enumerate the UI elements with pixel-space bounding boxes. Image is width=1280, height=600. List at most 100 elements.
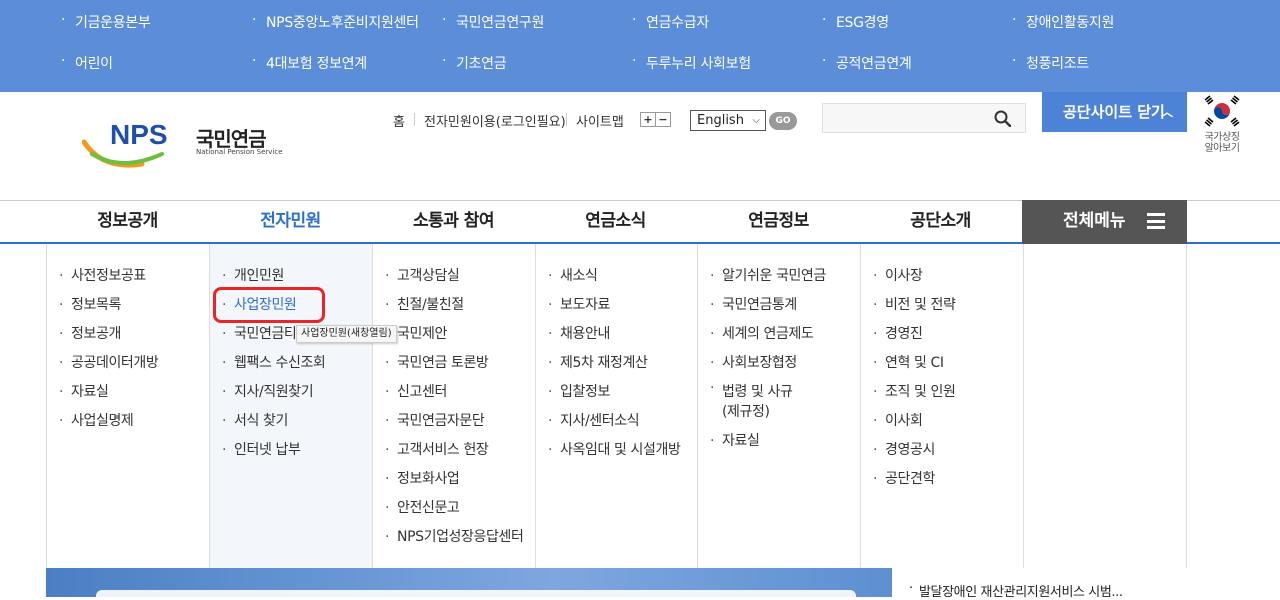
related-link-retirement-center[interactable]: NPS중앙노후준비지원센터 [252,12,419,32]
submenu-item[interactable]: NPS기업성장응답센터 [383,523,524,552]
logo-english: National Pension Service [196,148,283,156]
submenu-item[interactable]: 사업실명제 [57,407,158,436]
logo-mark-text: NPS [110,120,168,150]
submenu-item[interactable]: 지사/센터소식 [546,407,680,436]
related-link-basic-pension[interactable]: 기초연금 [442,53,507,73]
gnb-item-about[interactable]: 공단소개 [859,201,1022,243]
submenu-item[interactable]: 인터넷 납부 [220,436,325,465]
submenu-item[interactable]: 새소식 [546,262,680,291]
close-related-label: 공단사이트 닫기 [1063,103,1165,121]
submenu-item[interactable]: 입찰정보 [546,378,680,407]
related-link-research[interactable]: 국민연금연구원 [442,12,544,32]
nps-logo-mark: NPS [81,119,168,168]
main-navigation: 정보공개 전자민원 소통과 참여 연금소식 연금정보 공단소개 전체메뉴 [0,200,1280,244]
related-link-durunuri[interactable]: 두루누리 사회보험 [632,53,751,73]
submenu-item[interactable]: 고객상담실 [383,262,523,291]
submenu-item[interactable]: 알기쉬운 국민연금 [708,262,826,291]
submenu-col-communication: 고객상담실 친절/불친절 국민제안 국민연금 토론방 신고센터 국민연금자문단 … [373,244,536,568]
submenu-item[interactable]: 정보공개 [57,320,158,349]
submenu-item[interactable]: 정보화사업 [383,465,523,494]
related-link-public-pension[interactable]: 공적연금연계 [822,53,912,73]
submenu-col-info-disclosure: 사전정보공표 정보목록 정보공개 공공데이터개방 자료실 사업실명제 [47,244,210,568]
submenu-item[interactable]: 신고센터 [383,378,523,407]
submenu-item[interactable]: 공공데이터개방 [57,349,159,378]
submenu-item[interactable]: 국민제안 [383,320,523,349]
submenu-item[interactable]: 이사장 [871,262,956,291]
nps-logo[interactable]: NPS 국민연금 National Pension Service [81,119,283,172]
submenu-item[interactable]: 지사/직원찾기 [220,378,325,407]
search-input[interactable] [822,103,1026,133]
util-home-link[interactable]: 홈 [393,111,405,130]
submenu-item[interactable]: 자료실 [708,427,826,456]
submenu-item[interactable]: 조직 및 인원 [871,378,956,407]
util-e-service-link[interactable]: 전자민원이용(로그인필요) [424,111,566,130]
related-link-4insurance[interactable]: 4대보험 정보연계 [252,53,367,73]
submenu-item[interactable]: 비전 및 전략 [871,291,956,320]
notice-area: 발달장애인 재산관리지원서비스 시범... [903,568,1187,600]
zoom-out-button[interactable]: − [655,113,670,126]
language-select[interactable]: English ⌵ [690,110,766,131]
tooltip: 사업장민원(새창열림) [296,325,397,343]
banner-search-area [96,590,856,597]
util-sitemap-link[interactable]: 사이트맵 [576,111,624,130]
submenu-item[interactable]: 공단견학 [871,465,956,494]
submenu-item[interactable]: 국민연금자문단 [383,407,523,436]
submenu-item[interactable]: 고객서비스 헌장 [383,436,523,465]
gnb-item-info-disclosure[interactable]: 정보공개 [46,201,209,243]
all-menu-button[interactable]: 전체메뉴 [1022,200,1187,244]
util-divider [566,113,567,126]
national-symbol-line2: 알아보기 [1204,143,1240,154]
gnb-item-pension-news[interactable]: 연금소식 [534,201,697,243]
submenu-item[interactable]: 웹팩스 수신조회 [220,349,326,378]
submenu-item[interactable]: 서식 찾기 [220,407,325,436]
zoom-control: + − [640,112,671,127]
submenu-item[interactable]: 연혁 및 CI [871,349,956,378]
submenu-col-pension-info: 알기쉬운 국민연금 국민연금통계 세계의 연금제도 사회보장협정 법령 및 사규… [698,244,861,568]
chevron-up-icon: ︿ [1160,105,1173,119]
related-link-kids[interactable]: 어린이 [61,53,113,73]
gnb-item-e-service[interactable]: 전자민원 [209,201,372,243]
gnb-item-pension-info[interactable]: 연금정보 [697,201,860,243]
related-link-esg[interactable]: ESG경영 [822,12,889,32]
related-sites-panel: 기금운용본부 NPS중앙노후준비지원센터 국민연금연구원 연금수급자 ESG경영… [0,0,1280,92]
zoom-in-button[interactable]: + [641,113,655,126]
submenu-item[interactable]: 사전정보공표 [57,262,158,291]
submenu-item[interactable]: 법령 및 사규(제규정) [708,378,798,427]
related-link-resort[interactable]: 청풍리조트 [1012,53,1089,73]
submenu-item[interactable]: 제5차 재정계산 [546,349,680,378]
national-symbol-line1: 국가상징 [1204,132,1240,143]
related-link-fund[interactable]: 기금운용본부 [61,12,151,32]
korean-flag-icon [1201,94,1243,128]
related-link-disability-support[interactable]: 장애인활동지원 [1012,12,1114,32]
notice-item[interactable]: 발달장애인 재산관리지원서비스 시범... [909,581,1123,600]
all-menu-label: 전체메뉴 [1063,211,1126,231]
close-related-sites-button[interactable]: 공단사이트 닫기 ︿ [1042,92,1187,132]
submenu-item[interactable]: 사회보장협정 [708,349,826,378]
main-banner[interactable] [46,568,892,597]
submenu-item[interactable]: 채용안내 [546,320,680,349]
submenu-item[interactable]: 자료실 [57,378,158,407]
national-symbol-link[interactable]: 국가상징 알아보기 [1196,92,1248,154]
submenu-item[interactable]: 이사회 [871,407,956,436]
language-go-button[interactable]: GO [769,112,797,130]
submenu-item[interactable]: 보도자료 [546,291,680,320]
hamburger-icon [1147,213,1165,229]
highlight-box [213,287,325,323]
submenu-item[interactable]: 친절/불친절 [383,291,523,320]
util-divider [414,113,415,126]
submenu-item[interactable]: 경영진 [871,320,956,349]
submenu-item[interactable]: 경영공시 [871,436,956,465]
submenu-item[interactable]: 안전신문고 [383,494,523,523]
related-link-pensioner[interactable]: 연금수급자 [632,12,709,32]
submenu-item[interactable]: 국민연금통계 [708,291,826,320]
submenu-col-about: 이사장 비전 및 전략 경영진 연혁 및 CI 조직 및 인원 이사회 경영공시… [861,244,1024,568]
submenu-item[interactable]: 국민연금 토론방 [383,349,523,378]
language-selected: English [697,113,744,128]
submenu-item[interactable]: 정보목록 [57,291,158,320]
submenu-item[interactable]: 사옥임대 및 시설개방 [546,436,681,465]
gnb-item-communication[interactable]: 소통과 참여 [372,201,535,243]
search-icon[interactable] [994,110,1011,127]
chevron-down-icon: ⌵ [752,115,760,126]
submenu-col-pension-news: 새소식 보도자료 채용안내 제5차 재정계산 입찰정보 지사/센터소식 사옥임대… [536,244,698,568]
submenu-item[interactable]: 세계의 연금제도 [708,320,826,349]
